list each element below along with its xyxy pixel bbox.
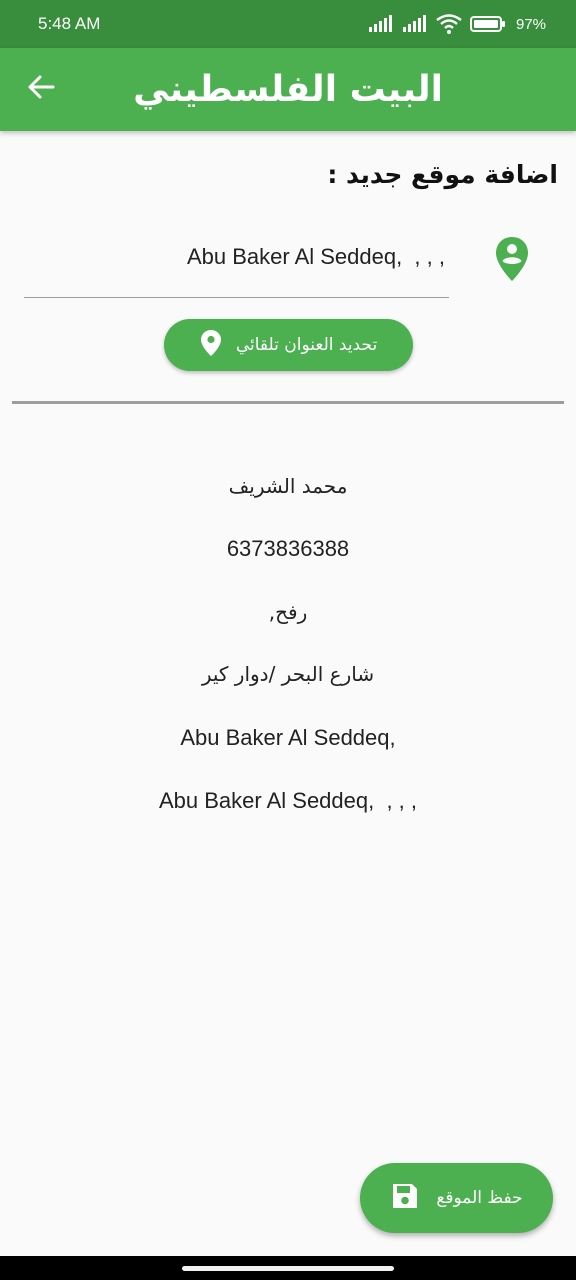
signal-icon xyxy=(368,15,394,33)
recipient-phone: 6373836388 xyxy=(226,536,350,561)
address-area: Abu Baker Al Seddeq, xyxy=(180,725,396,750)
section-title: اضافة موقع جديد : xyxy=(327,160,558,189)
navigation-bar xyxy=(0,1256,576,1280)
page-title: البيت الفلسطيني xyxy=(133,69,443,110)
battery-icon xyxy=(469,15,506,33)
section-divider xyxy=(12,401,564,404)
signal-icon xyxy=(402,15,428,33)
address-city: رفح, xyxy=(268,600,308,624)
arrow-left-icon xyxy=(26,72,56,106)
wifi-icon xyxy=(436,14,462,34)
save-icon xyxy=(390,1181,420,1216)
save-location-button[interactable]: حفظ الموقع xyxy=(360,1163,553,1233)
address-value: Abu Baker Al Seddeq, , , , xyxy=(186,244,445,269)
person-pin-icon xyxy=(494,236,530,282)
home-handle[interactable] xyxy=(182,1266,394,1271)
back-button[interactable] xyxy=(24,72,58,106)
battery-percent: 97% xyxy=(515,15,546,33)
recipient-name: محمد الشريف xyxy=(228,474,348,498)
auto-locate-button[interactable]: تحديد العنوان تلقائي xyxy=(164,319,413,371)
address-field[interactable]: Abu Baker Al Seddeq, , , , xyxy=(24,232,449,298)
auto-locate-label: تحديد العنوان تلقائي xyxy=(235,335,378,355)
address-street: شارع البحر /دوار كير xyxy=(201,662,375,686)
status-time: 5:48 AM xyxy=(38,14,101,33)
status-bar: 5:48 AM 97% xyxy=(0,0,576,48)
status-icons: 97% xyxy=(368,14,546,34)
save-location-label: حفظ الموقع xyxy=(436,1188,523,1208)
address-full: Abu Baker Al Seddeq, , , , xyxy=(158,788,418,813)
map-pin-icon xyxy=(200,329,222,362)
app-bar: البيت الفلسطيني xyxy=(0,48,576,131)
